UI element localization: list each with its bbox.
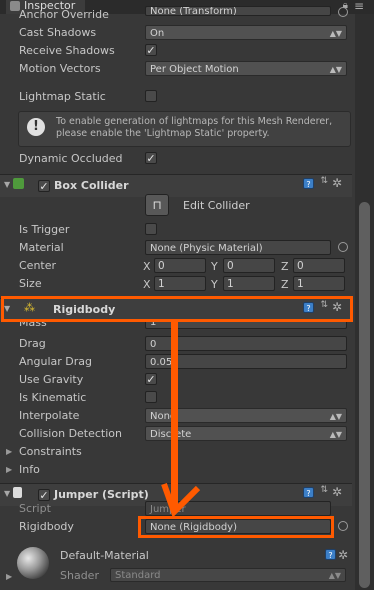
dynamic-occluded-label: Dynamic Occluded bbox=[19, 152, 123, 165]
foldout-icon[interactable]: ▼ bbox=[4, 180, 10, 189]
material-row: Material None (Physic Material) bbox=[0, 239, 352, 257]
help-icon[interactable]: ? bbox=[303, 487, 314, 498]
is-trigger-row: Is Trigger bbox=[0, 221, 352, 239]
receive-shadows-label: Receive Shadows bbox=[19, 44, 115, 57]
receive-shadows-checkbox[interactable]: ✓ bbox=[145, 44, 157, 56]
z-axis-label: Z bbox=[281, 260, 289, 273]
dropdown-arrow-icon: ▲▼ bbox=[329, 412, 342, 421]
dynamic-occluded-row: Dynamic Occluded ✓ bbox=[0, 150, 352, 168]
size-row: Size X1 Y1 Z1 bbox=[0, 275, 352, 293]
lightmap-static-label: Lightmap Static bbox=[19, 90, 106, 103]
foldout-icon[interactable]: ▶ bbox=[6, 447, 12, 456]
box-collider-enabled-checkbox[interactable]: ✓ bbox=[38, 180, 50, 192]
box-collider-header[interactable]: ▼ ✓ Box Collider ? ⇅ ✲ bbox=[0, 174, 352, 197]
material-field[interactable]: None (Physic Material) bbox=[145, 240, 331, 255]
size-z-field[interactable]: 1 bbox=[293, 276, 345, 291]
anchor-override-row: Anchor Override None (Transform) bbox=[0, 6, 352, 24]
cast-shadows-label: Cast Shadows bbox=[19, 26, 97, 39]
material-picker-icon[interactable] bbox=[338, 242, 348, 252]
motion-vectors-label: Motion Vectors bbox=[19, 62, 101, 75]
material-preview bbox=[17, 547, 49, 579]
use-gravity-label: Use Gravity bbox=[19, 373, 84, 386]
anchor-override-field[interactable]: None (Transform) bbox=[145, 6, 331, 16]
center-x-field[interactable]: 0 bbox=[154, 258, 206, 273]
shader-value: Standard bbox=[115, 570, 161, 581]
dropdown-arrow-icon: ▲▼ bbox=[329, 65, 342, 74]
shader-label: Shader bbox=[60, 569, 99, 582]
gear-icon[interactable]: ✲ bbox=[332, 176, 342, 190]
presets-icon[interactable]: ⇅ bbox=[320, 176, 328, 186]
x-axis-label: X bbox=[143, 260, 151, 273]
constraints-label: Constraints bbox=[19, 445, 82, 458]
cast-shadows-row: Cast Shadows On ▲▼ bbox=[0, 24, 352, 42]
center-z-field[interactable]: 0 bbox=[293, 258, 345, 273]
foldout-icon[interactable]: ▶ bbox=[6, 465, 12, 474]
rigidbody-ref-picker-icon[interactable] bbox=[338, 521, 348, 531]
motion-vectors-dropdown[interactable]: Per Object Motion ▲▼ bbox=[145, 61, 347, 76]
anchor-override-picker-icon[interactable] bbox=[338, 7, 348, 17]
center-row: Center X0 Y0 Z0 bbox=[0, 257, 352, 275]
dynamic-occluded-checkbox[interactable]: ✓ bbox=[145, 152, 157, 164]
anchor-override-label: Anchor Override bbox=[19, 8, 109, 21]
script-label: Script bbox=[19, 502, 51, 515]
dropdown-arrow-icon: ▲▼ bbox=[328, 571, 341, 580]
lightmap-info-box: ! To enable generation of lightmaps for … bbox=[18, 111, 351, 147]
cast-shadows-dropdown[interactable]: On ▲▼ bbox=[145, 25, 347, 40]
box-collider-title: Box Collider bbox=[54, 179, 129, 192]
y-axis-label: Y bbox=[211, 260, 218, 273]
cast-shadows-value: On bbox=[150, 28, 165, 39]
info-label: Info bbox=[19, 463, 40, 476]
is-kinematic-checkbox[interactable] bbox=[145, 391, 157, 403]
is-trigger-checkbox[interactable] bbox=[145, 223, 157, 235]
material-name: Default-Material bbox=[60, 549, 149, 562]
use-gravity-checkbox[interactable]: ✓ bbox=[145, 373, 157, 385]
rigidbody-ref-highlight-box bbox=[138, 516, 334, 538]
material-label: Material bbox=[19, 241, 64, 254]
size-label: Size bbox=[19, 277, 42, 290]
box-collider-icon bbox=[13, 178, 24, 189]
inspector-scrollbar[interactable] bbox=[355, 14, 374, 590]
foldout-icon[interactable]: ▼ bbox=[4, 489, 10, 498]
motion-vectors-row: Motion Vectors Per Object Motion ▲▼ bbox=[0, 60, 352, 78]
motion-vectors-value: Per Object Motion bbox=[150, 64, 239, 75]
is-trigger-label: Is Trigger bbox=[19, 223, 70, 236]
y-axis-label: Y bbox=[211, 278, 218, 291]
info-icon: ! bbox=[27, 118, 45, 136]
interpolate-label: Interpolate bbox=[19, 409, 80, 422]
lightmap-static-checkbox[interactable] bbox=[145, 90, 157, 102]
z-axis-label: Z bbox=[281, 278, 289, 291]
size-y-field[interactable]: 1 bbox=[223, 276, 275, 291]
rigidbody-ref-label: Rigidbody bbox=[19, 520, 74, 533]
rigidbody-highlight-box bbox=[1, 296, 353, 322]
size-x-field[interactable]: 1 bbox=[154, 276, 206, 291]
lightmap-static-row: Lightmap Static bbox=[0, 88, 352, 106]
receive-shadows-row: Receive Shadows ✓ bbox=[0, 42, 352, 60]
edit-collider-button[interactable]: ⊓ bbox=[145, 194, 169, 216]
edit-collider-label: Edit Collider bbox=[183, 199, 250, 212]
tab-menu-icon[interactable]: ≡ bbox=[354, 0, 364, 12]
gear-icon[interactable]: ✲ bbox=[332, 485, 342, 499]
shader-dropdown[interactable]: Standard ▲▼ bbox=[110, 568, 346, 582]
help-icon[interactable]: ? bbox=[303, 178, 314, 189]
is-kinematic-label: Is Kinematic bbox=[19, 391, 87, 404]
x-axis-label: X bbox=[143, 278, 151, 291]
material-gear-icon[interactable]: ✲ bbox=[338, 548, 348, 562]
material-help-icon[interactable]: ? bbox=[325, 549, 336, 560]
angular-drag-label: Angular Drag bbox=[19, 355, 92, 368]
dropdown-arrow-icon: ▲▼ bbox=[329, 430, 342, 439]
center-y-field[interactable]: 0 bbox=[223, 258, 275, 273]
script-icon bbox=[13, 487, 22, 498]
presets-icon[interactable]: ⇅ bbox=[320, 485, 328, 495]
material-foldout-icon[interactable]: ▶ bbox=[6, 572, 12, 581]
collision-detection-label: Collision Detection bbox=[19, 427, 123, 440]
dropdown-arrow-icon: ▲▼ bbox=[329, 29, 342, 38]
drag-label: Drag bbox=[19, 337, 46, 350]
center-label: Center bbox=[19, 259, 57, 272]
scrollbar-thumb[interactable] bbox=[359, 202, 370, 588]
lightmap-info-text: To enable generation of lightmaps for th… bbox=[56, 116, 333, 139]
